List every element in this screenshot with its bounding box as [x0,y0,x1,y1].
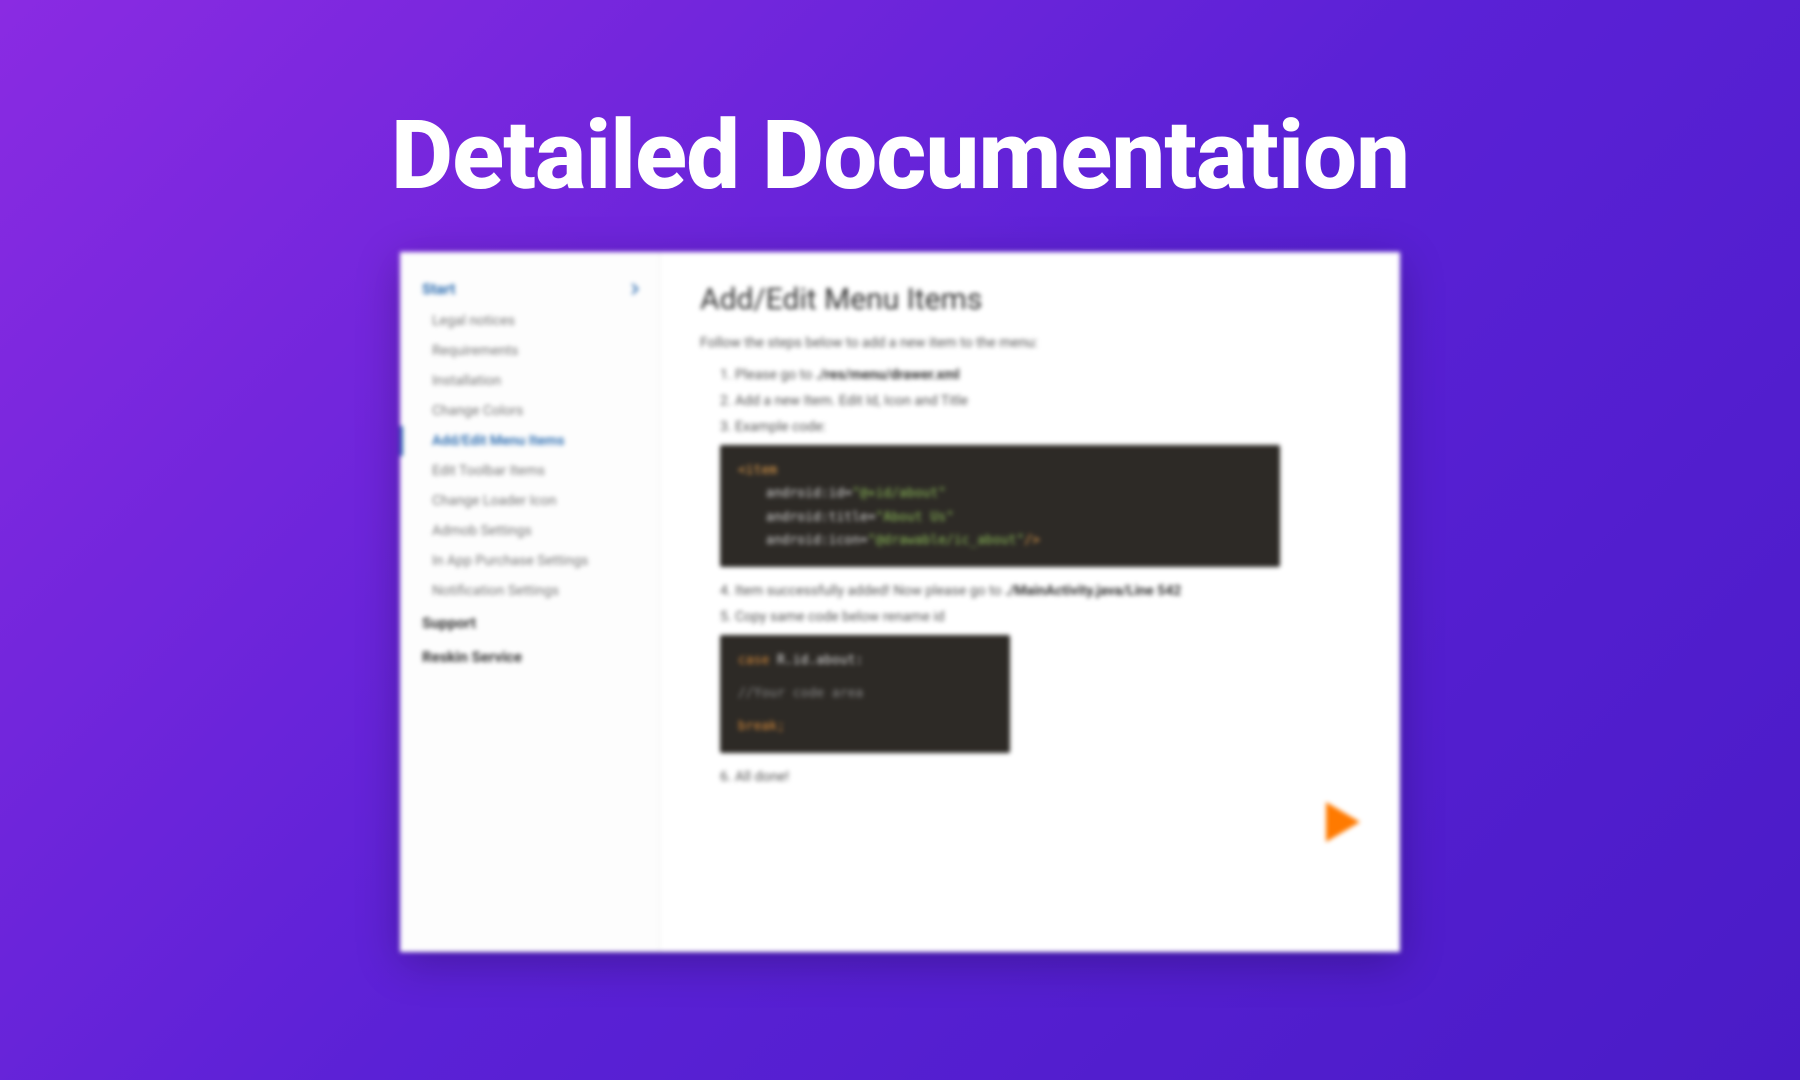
step-5: 5. Copy same code below rename id [720,609,1360,625]
sidebar-item-add-edit-menu-items[interactable]: Add/Edit Menu Items [400,426,659,456]
play-icon[interactable] [1326,802,1360,842]
sidebar-item-reskin-service[interactable]: Reskin Service [400,640,659,674]
sidebar-item-legal-notices[interactable]: Legal notices [400,306,659,336]
sidebar-section-start[interactable]: Start [400,272,659,306]
sidebar-item-in-app-purchase-settings[interactable]: In App Purchase Settings [400,546,659,576]
intro-text: Follow the steps below to add a new item… [700,335,1360,351]
documentation-window: Start Legal notices Requirements Install… [400,252,1400,952]
sidebar-section-label: Start [422,280,455,298]
sidebar-item-installation[interactable]: Installation [400,366,659,396]
step-6: 6. All done! [720,769,1360,785]
sidebar-item-change-loader-icon[interactable]: Change Loader Icon [400,486,659,516]
step-1: 1. Please go to ./res/menu/drawer.xml [720,367,1360,383]
sidebar-item-notification-settings[interactable]: Notification Settings [400,576,659,606]
step-2: 2. Add a new Item. Edit Id, Icon and Tit… [720,393,1360,409]
sidebar-item-support[interactable]: Support [400,606,659,640]
sidebar-item-requirements[interactable]: Requirements [400,336,659,366]
step-list: 1. Please go to ./res/menu/drawer.xml 2.… [700,367,1360,785]
page-title: Add/Edit Menu Items [700,282,1360,317]
sidebar-item-edit-toolbar-items[interactable]: Edit Toolbar Items [400,456,659,486]
sidebar-item-admob-settings[interactable]: Admob Settings [400,516,659,546]
step-4: 4. Item successfully added! Now please g… [720,583,1360,599]
sidebar-item-change-colors[interactable]: Change Colors [400,396,659,426]
code-block-xml: <item android:id="@+id/about" android:ti… [720,445,1280,567]
code-block-java: case R.id.about: //Your code area break; [720,635,1010,753]
step-3: 3. Example code: [720,419,1360,435]
hero-title: Detailed Documentation [391,100,1409,212]
content-area: Add/Edit Menu Items Follow the steps bel… [660,252,1400,952]
sidebar: Start Legal notices Requirements Install… [400,252,660,952]
chevron-right-icon [627,283,638,294]
